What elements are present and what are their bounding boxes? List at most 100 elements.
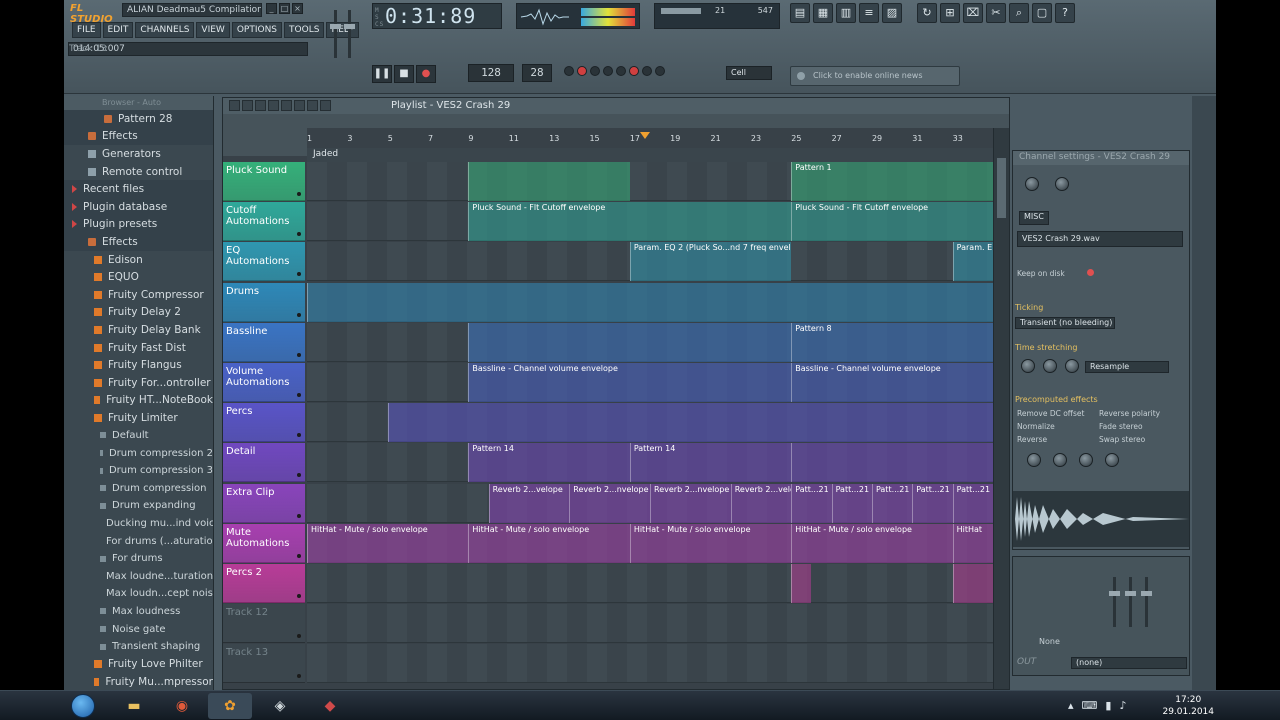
playlist-clip[interactable]: Pattern 8	[791, 322, 993, 362]
tools-icon[interactable]: ✂	[986, 3, 1006, 23]
network-icon[interactable]: ▮	[1105, 699, 1111, 712]
refresh-icon[interactable]: ↻	[917, 3, 937, 23]
playlist-clip[interactable]: Param. EQ 2 (Pluck So...nd 7 freq envelo…	[629, 242, 792, 282]
stretch-pitch-knob[interactable]	[1021, 359, 1035, 373]
playlist-clip[interactable]: Patt...21	[871, 483, 913, 523]
playlist-clip[interactable]: Pluck Sound - Flt Cutoff envelope	[468, 202, 792, 242]
select-tool-icon[interactable]	[294, 100, 305, 111]
playlist-clip[interactable]: Reverb 2...velope	[730, 483, 792, 523]
explorer-icon[interactable]: ▬	[112, 693, 156, 719]
track-lane[interactable]: Bassline - Channel volume envelope Bassli…	[307, 363, 993, 402]
browser-item[interactable]: Fruity Love Philter	[64, 655, 213, 673]
menu-options[interactable]: OPTIONS	[231, 22, 283, 38]
browser-item[interactable]: Default	[64, 427, 213, 445]
step-sequencer-icon[interactable]: ▦	[813, 3, 833, 23]
song-time-display[interactable]: M S CS 0:31:89	[372, 3, 502, 29]
delete-tool-icon[interactable]	[255, 100, 266, 111]
playlist-clip[interactable]: Pluck Sound - Flt Cutoff envelope	[791, 202, 993, 242]
track-lane[interactable]	[307, 604, 993, 644]
browser-item[interactable]: Fruity For...ontroller	[64, 374, 213, 392]
draw-tool-icon[interactable]	[229, 100, 240, 111]
countdown-toggle[interactable]	[590, 66, 600, 76]
menu-edit[interactable]: EDIT	[102, 22, 134, 38]
stretch-mul-knob[interactable]	[1043, 359, 1057, 373]
track-lane[interactable]	[307, 644, 993, 684]
clock[interactable]: 17:20 29.01.2014	[1162, 694, 1214, 718]
browser-item[interactable]: Drum compression 2	[64, 444, 213, 462]
playlist-clip[interactable]: Bassline - Channel volume envelope	[468, 363, 792, 402]
playlist-clip[interactable]: Reverb 2...nvelope	[569, 483, 650, 523]
pause-icon[interactable]: ❚❚	[372, 65, 392, 83]
mixer-fader-1[interactable]	[1109, 577, 1120, 627]
playlist-clip[interactable]: HitHat	[952, 523, 993, 563]
fade-stereo-option[interactable]: Fade stereo	[1099, 422, 1143, 431]
track-header[interactable]: Cutoff Automations	[223, 202, 305, 242]
playlist-clip[interactable]: Reverb 2...velope	[488, 483, 570, 523]
mute-tool-icon[interactable]	[268, 100, 279, 111]
mixer-window-icon[interactable]: ▨	[882, 3, 902, 23]
sample-file-field[interactable]: VES2 Crash 29.wav	[1017, 231, 1183, 247]
sample-waveform[interactable]	[1013, 491, 1189, 547]
browser-item[interactable]: Plugin database	[64, 197, 213, 216]
browser-item[interactable]: Fruity Mu...mpressor	[64, 673, 213, 690]
effect-crossfade-knob[interactable]	[1079, 453, 1093, 467]
playlist-clip[interactable]: Patt...21	[952, 483, 993, 523]
menu-view[interactable]: VIEW	[196, 22, 230, 38]
browser-item[interactable]: Effects	[64, 233, 213, 251]
track-lane[interactable]: HitHat - Mute / solo envelope HitHat - Mu…	[307, 523, 993, 563]
piano-roll-icon[interactable]: ▥	[836, 3, 856, 23]
track-header[interactable]: EQ Automations	[223, 242, 305, 282]
swap-stereo-option[interactable]: Swap stereo	[1099, 435, 1145, 444]
mixer-fader-3[interactable]	[1141, 577, 1152, 627]
track-lane[interactable]: Pattern 1	[307, 162, 993, 201]
close-icon[interactable]: ×	[292, 3, 303, 14]
save-icon[interactable]: ▢	[1032, 3, 1052, 23]
browser-item[interactable]: EQUO	[64, 268, 213, 286]
slice-tool-icon[interactable]	[281, 100, 292, 111]
playlist-clip[interactable]: Bassline - Channel volume envelope	[791, 363, 993, 402]
browser-item[interactable]: Max loudness	[64, 603, 213, 621]
time-ruler[interactable]: 1 3 5 7 9 11 13 15 17 19 21 23 25 27 29 31 33	[307, 134, 993, 146]
pattern-number[interactable]: 28	[522, 64, 552, 82]
track-header[interactable]: Drums	[223, 282, 305, 322]
track-lane[interactable]: Pattern 14 Pattern 14	[307, 443, 993, 483]
playlist-clip[interactable]: Pattern 1	[791, 162, 993, 201]
browser-item[interactable]: For drums (...aturation)	[64, 532, 213, 550]
channel-volume-knob[interactable]	[1025, 177, 1039, 191]
playlist-clip[interactable]: Pattern 14	[468, 443, 630, 483]
browser-item[interactable]: Recent files	[64, 180, 213, 198]
track-lane[interactable]: Pluck Sound - Flt Cutoff envelope Pluck S…	[307, 202, 993, 242]
search-icon[interactable]: ⌕	[1009, 3, 1029, 23]
tray-expand-icon[interactable]: ▴	[1068, 699, 1074, 712]
remove-dc-offset-option[interactable]: Remove DC offset	[1017, 409, 1084, 418]
menu-file[interactable]: FILE	[72, 22, 101, 38]
track-lane[interactable]: Param. EQ 2 (Pluck So...nd 7 freq envelo…	[307, 242, 993, 282]
track-header[interactable]: Extra Clip	[223, 483, 305, 523]
master-volume-slider[interactable]	[330, 10, 341, 58]
app-taskbar-icon-1[interactable]: ◈	[258, 693, 302, 719]
playlist-clip[interactable]	[468, 162, 630, 201]
playlist-clip[interactable]: Reverb 2...nvelope	[650, 483, 731, 523]
track-header[interactable]: Volume Automations	[223, 363, 305, 402]
overdub-toggle[interactable]	[616, 66, 626, 76]
track-header[interactable]: Percs	[223, 403, 305, 443]
volume-icon[interactable]: ♪	[1119, 699, 1126, 712]
keep-on-disk-radio[interactable]	[1087, 269, 1094, 276]
track-header[interactable]: Track 12	[223, 604, 305, 644]
playlist-clip[interactable]	[791, 564, 812, 603]
track-header[interactable]: Track 13	[223, 644, 305, 684]
playlist-title-bar[interactable]: Playlist - VES2 Crash 29	[223, 98, 1009, 114]
browser-window-icon[interactable]: ≡	[859, 3, 879, 23]
paint-tool-icon[interactable]	[242, 100, 253, 111]
effect-out-knob[interactable]	[1053, 453, 1067, 467]
help-icon[interactable]: ?	[1055, 3, 1075, 23]
chrome-icon[interactable]: ◉	[160, 693, 204, 719]
loop-record-toggle[interactable]	[629, 66, 639, 76]
track-header[interactable]: Detail	[223, 443, 305, 483]
snap-select[interactable]: Cell	[726, 66, 772, 80]
ticking-mode-select[interactable]: Transient (no bleeding)	[1015, 317, 1115, 329]
playlist-clip[interactable]: HitHat - Mute / solo envelope	[307, 523, 469, 563]
maximize-icon[interactable]: □	[279, 3, 290, 14]
effect-in-knob[interactable]	[1027, 453, 1041, 467]
song-position-marker[interactable]	[640, 132, 650, 139]
